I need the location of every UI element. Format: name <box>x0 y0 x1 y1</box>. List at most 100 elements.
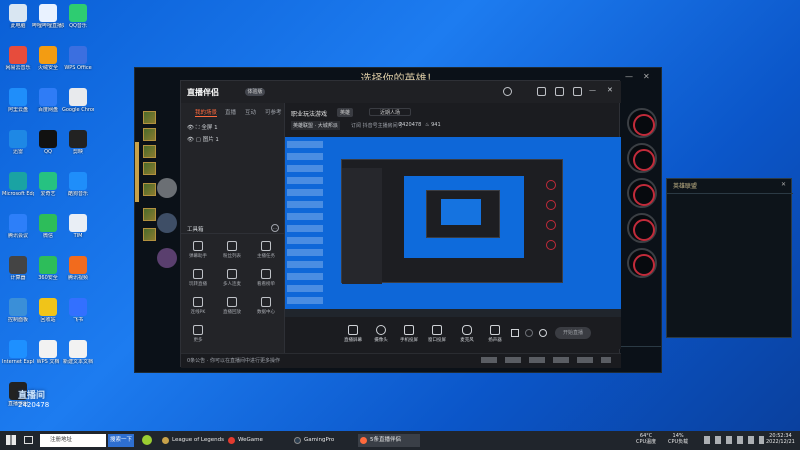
overlay-line2: 2420478 <box>18 401 50 409</box>
desktop-icon[interactable]: WPS 文档 <box>32 340 64 365</box>
beauty-icon[interactable] <box>525 329 533 337</box>
desktop-icon[interactable]: 微信 <box>32 214 64 239</box>
champ-portrait[interactable] <box>143 111 156 124</box>
tool-multi-mic[interactable]: 多人连麦 <box>221 269 243 287</box>
chat-panel[interactable] <box>143 290 183 350</box>
desktop-icon[interactable]: 爱奇艺 <box>32 172 64 197</box>
desktop-icon-label: 阿里云盘 <box>7 107 28 113</box>
preview-nested-app <box>341 159 563 284</box>
minimize-icon[interactable]: — <box>589 86 596 94</box>
desktop-icon[interactable]: QQ音乐 <box>62 4 94 29</box>
champ-portrait[interactable] <box>143 128 156 141</box>
record-icon[interactable] <box>511 329 519 337</box>
stream-preview[interactable] <box>285 137 621 317</box>
desktop-icon[interactable]: 控制面板 <box>2 298 34 323</box>
desktop-icon[interactable]: 哔哩哔哩直播姬 <box>32 4 64 29</box>
tool-play[interactable]: 玩转直播 <box>187 269 209 287</box>
desktop-icon[interactable]: 百度网盘 <box>32 88 64 113</box>
pk-icon <box>193 297 203 307</box>
clock[interactable]: 20:52:34 2022/12/21 <box>766 433 795 445</box>
desktop-icon[interactable]: Google Chrome <box>62 88 94 113</box>
desktop-icon[interactable]: 酷狗音乐 <box>62 172 94 197</box>
tool-danmaku[interactable]: 弹幕助手 <box>187 241 209 259</box>
champ-portrait[interactable] <box>143 183 156 196</box>
desktop-icon[interactable]: 360安全 <box>32 256 64 281</box>
window-cast-button[interactable]: 窗口投屏 <box>423 325 451 343</box>
lol-small-close-icon[interactable]: ✕ <box>781 181 786 188</box>
champ-portrait[interactable] <box>143 208 156 221</box>
desktop-icon-label: WPS 文档 <box>36 359 60 365</box>
taskbar-app-live-companion[interactable]: 5条直播伴侣 <box>358 434 420 447</box>
desktop-icon[interactable]: 新建文本文档 <box>62 340 94 365</box>
desktop-icon[interactable]: WPS Office <box>62 46 94 71</box>
gift-icon[interactable] <box>537 87 546 96</box>
taskbar-app-wegame[interactable]: WeGame <box>226 434 288 447</box>
desktop-icon[interactable]: Internet Explorer <box>2 340 34 365</box>
close-icon[interactable]: ✕ <box>607 86 613 94</box>
desktop-icon[interactable]: 剪映 <box>62 130 94 155</box>
stream-tag[interactable]: 英雄 <box>337 108 354 117</box>
lol-close-icon[interactable]: ✕ <box>643 72 653 82</box>
search-input[interactable]: 注册地址 <box>40 434 106 447</box>
microphone-button[interactable]: 麦克风 <box>453 325 481 343</box>
message-icon[interactable] <box>573 87 582 96</box>
gear-icon[interactable] <box>539 329 547 337</box>
tool-fans[interactable]: 粉丝列表 <box>221 241 243 259</box>
tray-icons[interactable] <box>704 436 764 444</box>
tool-data[interactable]: 数据中心 <box>255 297 277 315</box>
desktop-icon[interactable]: QQ <box>32 130 64 155</box>
lol-secondary-window[interactable]: 英雄联盟 ✕ <box>666 178 793 338</box>
desktop-icon[interactable]: 火绒安全 <box>32 46 64 71</box>
tool-ranking[interactable]: 看看榜单 <box>255 269 277 287</box>
lol-min-icon[interactable]: — <box>625 72 635 82</box>
start-icon[interactable] <box>6 435 16 445</box>
champ-portrait[interactable] <box>143 162 156 175</box>
tab-interact[interactable]: 互动 <box>245 108 256 116</box>
tool-pk[interactable]: 连线PK <box>187 297 209 315</box>
desktop-icon[interactable]: 此电脑 <box>2 4 34 29</box>
search-button[interactable]: 搜索一下 <box>108 434 134 447</box>
toolbox-add-icon[interactable]: … <box>271 224 279 232</box>
desktop-icon[interactable]: 阿里云盘 <box>2 88 34 113</box>
category-label[interactable]: 英雄联盟 · 大城邦派 <box>291 121 340 130</box>
speaker-button[interactable]: 扬声器 <box>481 325 509 343</box>
start-live-button[interactable]: 开始直播 <box>555 327 591 339</box>
stream-title[interactable]: 职业玩法游戏 <box>291 109 327 118</box>
tool-tasks[interactable]: 主播任务 <box>255 241 277 259</box>
stream-edit-button[interactable]: 近期人场 <box>369 108 411 116</box>
phone-cast-button[interactable]: 手机投屏 <box>395 325 423 343</box>
screen-capture-button[interactable]: 直播屏幕 <box>339 325 367 343</box>
tab-reference[interactable]: 可参考 <box>265 108 282 116</box>
online-count: ♨ 941 <box>425 122 441 128</box>
champ-portrait[interactable] <box>143 228 156 241</box>
taskbar-app-gamingpro[interactable]: GamingPro <box>292 434 354 447</box>
tool-replay[interactable]: 直播回放 <box>221 297 243 315</box>
scene-item[interactable]: 👁 ⛶ 全屏 1 <box>187 123 218 132</box>
tab-live[interactable]: 直播 <box>225 108 236 116</box>
pinned-app-icon[interactable] <box>142 435 152 445</box>
champ-portrait[interactable] <box>143 145 156 158</box>
camera-button[interactable]: 摄像头 <box>367 325 395 343</box>
tab-scenes[interactable]: 我的场景 <box>195 108 217 116</box>
desktop-icon[interactable]: 飞书 <box>62 298 94 323</box>
taskbar-app-lol[interactable]: League of Legends <box>160 434 224 447</box>
desktop-icon[interactable]: 回收站 <box>32 298 64 323</box>
desktop-icon[interactable]: 腾讯会议 <box>2 214 34 239</box>
task-view-icon[interactable] <box>24 436 33 444</box>
live-companion-window[interactable]: 直播伴侣 体验版 — ✕ 我的场景 直播 互动 可参考 👁 ⛶ 全屏 1 👁 ▢… <box>180 80 621 368</box>
speaker-icon <box>490 325 500 335</box>
desktop-icon-label: 此电脑 <box>10 23 26 29</box>
desktop-icon[interactable]: TIM <box>62 214 94 239</box>
desktop-icon[interactable]: Microsoft Edge <box>2 172 34 197</box>
desktop-icon[interactable]: 腾讯视频 <box>62 256 94 281</box>
app-icon <box>69 130 87 148</box>
tool-more[interactable]: 更多 <box>187 325 209 343</box>
avatar-icon[interactable] <box>503 87 512 96</box>
desktop-icon[interactable]: 迅雷 <box>2 130 34 155</box>
desktop-icon[interactable]: 网易云音乐 <box>2 46 34 71</box>
desktop-icon[interactable]: 计算器 <box>2 256 34 281</box>
app-icon <box>9 340 27 358</box>
settings-icon[interactable] <box>555 87 564 96</box>
scene-item[interactable]: 👁 ▢ 图片 1 <box>187 135 219 143</box>
preview-taskbar <box>285 309 621 317</box>
